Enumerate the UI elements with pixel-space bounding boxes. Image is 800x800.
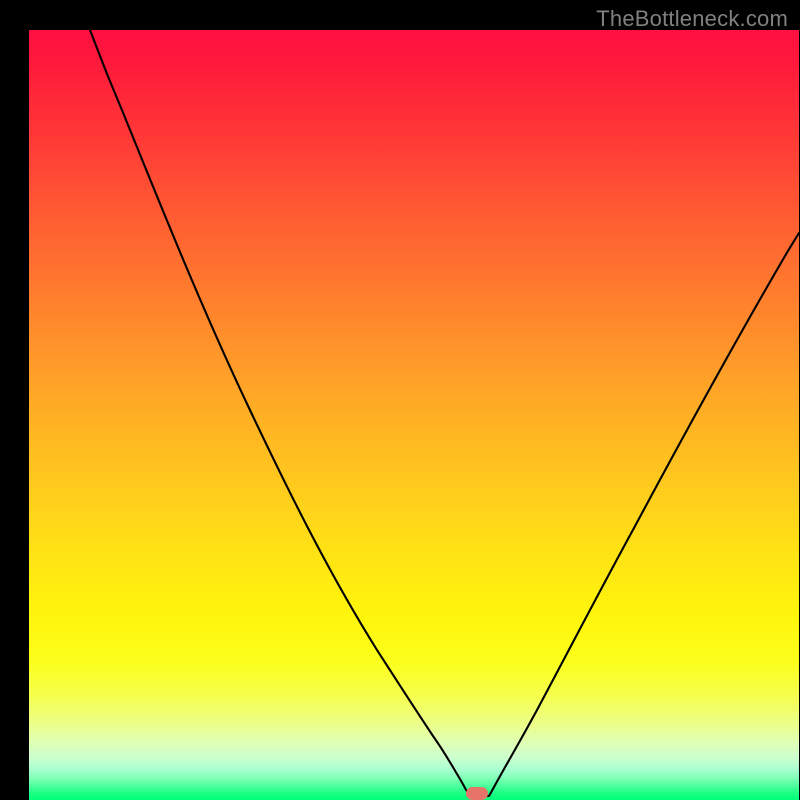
chart-frame: TheBottleneck.com bbox=[0, 0, 800, 800]
optimal-point-marker bbox=[466, 787, 488, 800]
bottleneck-curve bbox=[90, 30, 799, 796]
curve-layer bbox=[29, 30, 799, 800]
watermark-text: TheBottleneck.com bbox=[596, 6, 788, 32]
plot-area bbox=[29, 30, 799, 800]
